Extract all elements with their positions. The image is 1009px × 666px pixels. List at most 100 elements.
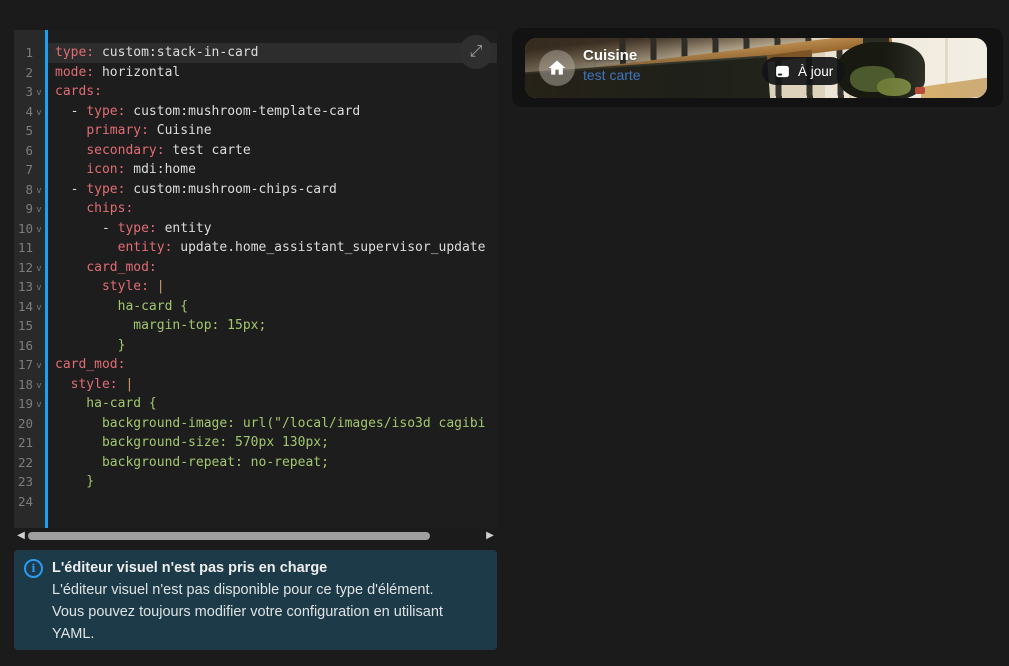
line-number: 4 [15, 102, 33, 122]
code-line[interactable]: } [48, 472, 497, 492]
gutter-row: 6 [14, 141, 45, 161]
expand-diagonal-icon: ⤢ [470, 43, 483, 61]
code-line[interactable]: } [48, 336, 497, 356]
gutter-row: 12v [14, 258, 45, 278]
stack-in-card-preview[interactable]: Cuisine test carte À jour [525, 38, 987, 98]
code-line[interactable]: icon: mdi:home [48, 160, 497, 180]
info-circle-icon: i [24, 559, 43, 578]
code-line[interactable]: background-repeat: no-repeat; [48, 453, 497, 473]
scrollbar-thumb[interactable] [28, 532, 430, 540]
code-line[interactable]: margin-top: 15px; [48, 316, 497, 336]
card-icon-button[interactable] [539, 50, 575, 86]
code-line[interactable]: entity: update.home_assistant_supervisor… [48, 238, 497, 258]
yaml-code-editor[interactable]: 123v4v5678v9v10v1112v13v14v151617v18v19v… [14, 30, 497, 528]
code-token: mode: [55, 65, 94, 80]
line-number: 8 [15, 180, 33, 200]
update-status-chip[interactable]: À jour [762, 57, 845, 85]
code-token: entity: [118, 240, 173, 255]
fold-chevron-icon[interactable]: v [33, 279, 45, 299]
line-number: 2 [15, 63, 33, 83]
code-line[interactable]: style: | [48, 375, 497, 395]
code-token: - [55, 182, 86, 197]
code-line[interactable]: secondary: test carte [48, 141, 497, 161]
fold-chevron-icon[interactable]: v [33, 201, 45, 221]
code-line[interactable]: primary: Cuisine [48, 121, 497, 141]
code-token: - [55, 221, 118, 236]
fold-chevron-icon[interactable]: v [33, 104, 45, 124]
code-token: mdi:home [125, 162, 195, 177]
code-token: background-image: url("/local/images/iso… [55, 416, 485, 431]
code-token: background-size: 570px 130px; [55, 435, 329, 450]
line-number: 20 [15, 414, 33, 434]
fold-chevron-icon[interactable]: v [33, 182, 45, 202]
line-number: 16 [15, 336, 33, 356]
horizontal-scrollbar[interactable]: ◀ ▶ [14, 529, 497, 544]
line-number: 24 [15, 492, 33, 512]
line-number: 6 [15, 141, 33, 161]
code-line[interactable]: type: custom:stack-in-card [48, 43, 497, 63]
code-token [55, 377, 71, 392]
code-line[interactable]: background-size: 570px 130px; [48, 433, 497, 453]
code-line[interactable] [48, 492, 497, 512]
line-number: 13 [15, 277, 33, 297]
visual-editor-warning-panel: i L'éditeur visuel n'est pas pris en cha… [14, 550, 497, 650]
gutter-row: 10v [14, 219, 45, 239]
code-line[interactable]: - type: custom:mushroom-chips-card [48, 180, 497, 200]
gutter-row: 2 [14, 63, 45, 83]
code-line[interactable]: cards: [48, 82, 497, 102]
code-token: card_mod: [86, 260, 156, 275]
code-line[interactable]: style: | [48, 277, 497, 297]
gutter-row: 19v [14, 394, 45, 414]
card-primary-title: Cuisine [583, 47, 637, 64]
code-token: background-repeat: no-repeat; [55, 455, 329, 470]
code-token [55, 143, 86, 158]
expand-editor-button[interactable]: ⤢ [459, 35, 493, 69]
fold-chevron-icon[interactable]: v [33, 396, 45, 416]
line-number: 11 [15, 238, 33, 258]
gutter-row: 1 [14, 43, 45, 63]
fold-chevron-icon[interactable]: v [33, 357, 45, 377]
code-token [55, 279, 102, 294]
fold-chevron-icon[interactable]: v [33, 299, 45, 319]
code-token: style: [71, 377, 118, 392]
code-token [55, 260, 86, 275]
line-number: 21 [15, 433, 33, 453]
code-token: card_mod: [55, 357, 125, 372]
gutter-row: 8v [14, 180, 45, 200]
warning-text-line: YAML. [52, 623, 481, 645]
line-number: 5 [15, 121, 33, 141]
fold-chevron-icon[interactable]: v [33, 377, 45, 397]
line-number: 14 [15, 297, 33, 317]
code-line[interactable]: ha-card { [48, 394, 497, 414]
code-line[interactable]: chips: [48, 199, 497, 219]
gutter-row: 23 [14, 472, 45, 492]
code-token: chips: [86, 201, 133, 216]
code-token: style: [102, 279, 149, 294]
code-token: type: [118, 221, 157, 236]
code-line[interactable]: card_mod: [48, 355, 497, 375]
code-line[interactable]: - type: entity [48, 219, 497, 239]
code-token: | [118, 377, 134, 392]
code-token [55, 240, 118, 255]
code-lines[interactable]: type: custom:stack-in-cardmode: horizont… [48, 30, 497, 528]
code-token: ha-card { [55, 396, 157, 411]
scroll-right-arrow-icon[interactable]: ▶ [484, 530, 496, 542]
code-line[interactable]: background-image: url("/local/images/iso… [48, 414, 497, 434]
code-token: type: [86, 104, 125, 119]
gutter-row: 4v [14, 102, 45, 122]
code-line[interactable]: mode: horizontal [48, 63, 497, 83]
code-line[interactable]: ha-card { [48, 297, 497, 317]
line-number: 22 [15, 453, 33, 473]
fold-chevron-icon[interactable]: v [33, 84, 45, 104]
fold-chevron-icon[interactable]: v [33, 221, 45, 241]
gutter-row: 24 [14, 492, 45, 512]
line-number: 12 [15, 258, 33, 278]
code-token: horizontal [94, 65, 180, 80]
line-number-gutter: 123v4v5678v9v10v1112v13v14v151617v18v19v… [14, 30, 45, 528]
code-line[interactable]: - type: custom:mushroom-template-card [48, 102, 497, 122]
scroll-left-arrow-icon[interactable]: ◀ [15, 530, 27, 542]
code-line[interactable]: card_mod: [48, 258, 497, 278]
gutter-row: 14v [14, 297, 45, 317]
fold-chevron-icon[interactable]: v [33, 260, 45, 280]
code-token: custom:mushroom-chips-card [125, 182, 336, 197]
